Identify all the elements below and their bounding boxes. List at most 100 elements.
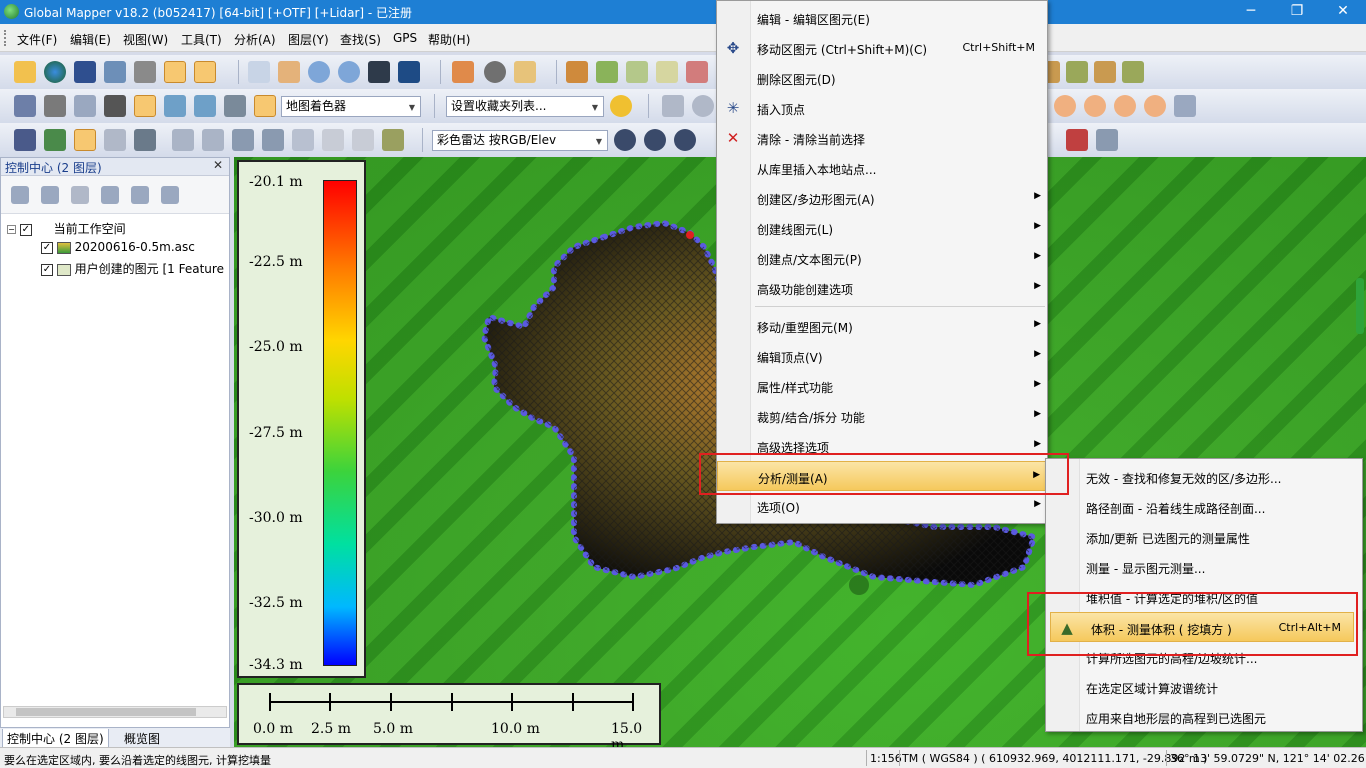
line-tool-icon[interactable]: [202, 129, 224, 151]
vertex-tool-icon[interactable]: [262, 129, 284, 151]
submenu-item-apply-elevation[interactable]: 应用来自地形层的高程到已选图元: [1046, 702, 1362, 732]
edit-pen-icon[interactable]: [662, 95, 684, 117]
menu-layer[interactable]: 图层(Y): [288, 31, 329, 48]
save-icon[interactable]: [74, 61, 96, 83]
menu-item-crop-combine[interactable]: 裁剪/结合/拆分 功能 ▶: [717, 401, 1047, 431]
layer-search-icon[interactable]: [131, 186, 149, 204]
submenu-item-measure[interactable]: 测量 - 显示图元测量...: [1046, 552, 1362, 582]
layer-options-icon[interactable]: [11, 186, 29, 204]
digitizer-icon[interactable]: [74, 129, 96, 151]
layer-export-icon[interactable]: [101, 186, 119, 204]
menu-item-move-reshape[interactable]: 移动/重塑图元(M) ▶: [717, 311, 1047, 341]
menu-item-edit-area[interactable]: 编辑 - 编辑区图元(E): [717, 3, 1047, 33]
submenu-item-spectral-stats[interactable]: 在选定区域计算波谱统计: [1046, 672, 1362, 702]
crop-icon[interactable]: [352, 129, 374, 151]
vegetation-icon[interactable]: [224, 95, 246, 117]
shader-combo[interactable]: 地图着色器 ▼: [281, 96, 421, 117]
selected-vertex[interactable]: [686, 231, 694, 239]
draw-line-icon[interactable]: [1066, 61, 1088, 83]
layer-copy-icon[interactable]: [41, 186, 59, 204]
terrain-icon[interactable]: [686, 61, 708, 83]
map-icon[interactable]: [194, 61, 216, 83]
globe-icon[interactable]: [44, 61, 66, 83]
water-icon[interactable]: [194, 95, 216, 117]
pan-hand-icon[interactable]: [278, 61, 300, 83]
point-feature-icon[interactable]: [1114, 95, 1136, 117]
minimize-button[interactable]: ─: [1228, 0, 1274, 24]
layer-checkbox[interactable]: ✓: [41, 263, 53, 276]
layer-item[interactable]: ✓ 20200616-0.5m.asc: [41, 240, 195, 258]
search-icon[interactable]: [514, 61, 536, 83]
tab-overview[interactable]: 概览图: [120, 729, 164, 748]
menu-item-create-area[interactable]: 创建区/多边形图元(A) ▶: [717, 183, 1047, 213]
draw-line-icon[interactable]: [1122, 61, 1144, 83]
terrain-icon[interactable]: [626, 61, 648, 83]
layer-checkbox[interactable]: ✓: [41, 241, 53, 254]
vertex-tool-icon[interactable]: [292, 129, 314, 151]
move-cross-icon[interactable]: [14, 129, 36, 151]
menu-analysis[interactable]: 分析(A): [234, 31, 276, 48]
close-icon[interactable]: ✕: [213, 158, 223, 172]
grid-icon[interactable]: [14, 95, 36, 117]
open-folder-icon[interactable]: [14, 61, 36, 83]
menu-item-insert-vertex[interactable]: ✳ 插入顶点: [717, 93, 1047, 123]
horizontal-scrollbar[interactable]: [3, 706, 227, 718]
menu-item-move-area[interactable]: ✥ 移动区图元 (Ctrl+Shift+M)(C) Ctrl+Shift+M: [717, 33, 1047, 63]
info-icon[interactable]: [484, 61, 506, 83]
chevron-down-icon[interactable]: ▼: [593, 134, 605, 147]
back-arrow-icon[interactable]: [368, 61, 390, 83]
menu-gps[interactable]: GPS: [393, 31, 417, 45]
submenu-item-path-profile[interactable]: 路径剖面 - 沿着线生成路径剖面...: [1046, 492, 1362, 522]
terrain-icon[interactable]: [566, 61, 588, 83]
terrain-icon[interactable]: [656, 61, 678, 83]
home-icon[interactable]: [398, 61, 420, 83]
terrain-icon[interactable]: [596, 61, 618, 83]
map-scroll-indicator[interactable]: [1356, 278, 1364, 334]
target-icon[interactable]: [692, 95, 714, 117]
chevron-down-icon[interactable]: ▼: [589, 100, 601, 113]
3d-view-icon[interactable]: [104, 95, 126, 117]
menu-help[interactable]: 帮助(H): [428, 31, 470, 48]
maximize-button[interactable]: ❐: [1274, 0, 1320, 24]
tab-control-center[interactable]: 控制中心 (2 图层): [2, 729, 109, 749]
zoom-out-icon[interactable]: [338, 61, 360, 83]
gear-icon[interactable]: [614, 129, 636, 151]
points-icon[interactable]: [1066, 129, 1088, 151]
pin-icon[interactable]: [44, 95, 66, 117]
collapse-icon[interactable]: −: [7, 225, 16, 234]
toolbar-grip[interactable]: [4, 30, 7, 46]
gear-icon[interactable]: [674, 129, 696, 151]
layers-icon[interactable]: [164, 61, 186, 83]
ruler-icon[interactable]: [382, 129, 404, 151]
line-tool-icon[interactable]: [172, 129, 194, 151]
move-vertex-icon[interactable]: [104, 129, 126, 151]
menu-item-advanced-create[interactable]: 高级功能创建选项 ▶: [717, 273, 1047, 303]
star-icon[interactable]: [610, 95, 632, 117]
split-icon[interactable]: [74, 95, 96, 117]
layer-remove-icon[interactable]: [71, 186, 89, 204]
copy-icon[interactable]: [322, 129, 344, 151]
shader-icon[interactable]: [134, 95, 156, 117]
water-icon[interactable]: [164, 95, 186, 117]
close-button[interactable]: ✕: [1320, 0, 1366, 24]
point-feature-icon[interactable]: [1084, 95, 1106, 117]
mountain-icon[interactable]: [254, 95, 276, 117]
menu-item-create-line[interactable]: 创建线图元(L) ▶: [717, 213, 1047, 243]
menu-item-create-point[interactable]: 创建点/文本图元(P) ▶: [717, 243, 1047, 273]
zoom-in-icon[interactable]: [308, 61, 330, 83]
layer-item[interactable]: ✓ 用户创建的图元 [1 Feature: [41, 260, 224, 278]
measure-ruler-icon[interactable]: [452, 61, 474, 83]
menu-view[interactable]: 视图(W): [123, 31, 168, 48]
submenu-item-add-measure[interactable]: 添加/更新 已选图元的测量属性: [1046, 522, 1362, 552]
menu-search[interactable]: 查找(S): [340, 31, 381, 48]
menu-item-options[interactable]: 选项(O) ▶: [717, 491, 1047, 521]
workspace-node[interactable]: − ✓ 当前工作空间: [7, 220, 126, 238]
gear-icon[interactable]: [644, 129, 666, 151]
wrench-icon[interactable]: [134, 61, 156, 83]
menu-item-delete-area[interactable]: 删除区图元(D): [717, 63, 1047, 93]
menu-item-attributes[interactable]: 属性/样式功能 ▶: [717, 371, 1047, 401]
point-feature-icon[interactable]: [1144, 95, 1166, 117]
select-arrow-icon[interactable]: [44, 129, 66, 151]
layer-visibility-icon[interactable]: [161, 186, 179, 204]
submenu-item-invalid[interactable]: 无效 - 查找和修复无效的区/多边形...: [1046, 462, 1362, 492]
